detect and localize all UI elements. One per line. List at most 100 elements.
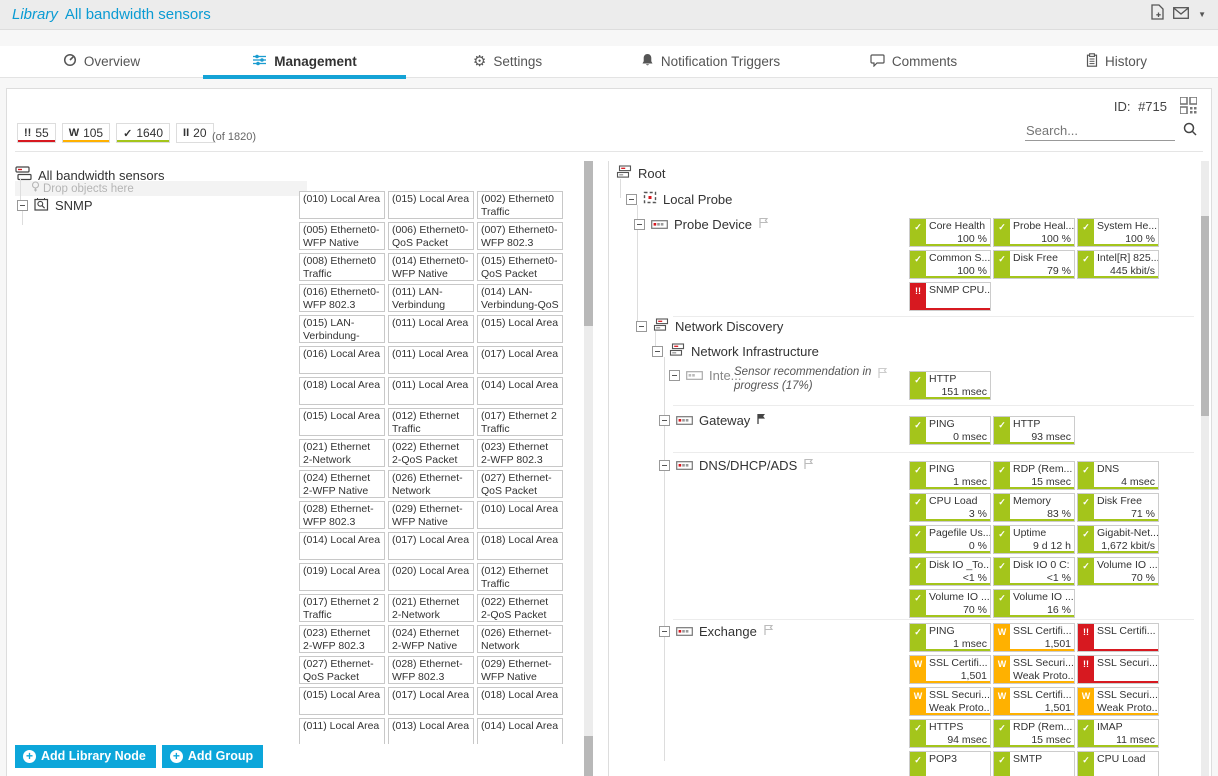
library-sensor-box[interactable]: (027) Ethernet-QoS Packet bbox=[477, 470, 563, 498]
tree-row-local-probe[interactable]: Local Probe bbox=[626, 191, 732, 207]
sensor-box[interactable]: Volume IO ...70 % bbox=[1077, 557, 1159, 586]
tree-row-gateway[interactable]: Gateway bbox=[659, 413, 768, 428]
add-group-button[interactable]: Add Group bbox=[162, 745, 263, 768]
status-badge[interactable]: !! 55 bbox=[17, 123, 56, 143]
caret-down-icon[interactable]: ▼ bbox=[1198, 10, 1206, 19]
library-sensor-box[interactable]: (016) Local Area bbox=[299, 346, 385, 374]
library-sensor-box[interactable]: (023) Ethernet 2-WFP 802.3 bbox=[477, 439, 563, 467]
sensor-box[interactable]: Disk IO 0 C:<1 % bbox=[993, 557, 1075, 586]
flag-icon[interactable] bbox=[877, 366, 889, 384]
sensor-box[interactable]: SSL Certifi...1,501 bbox=[909, 655, 991, 684]
library-sensor-box[interactable]: (028) Ethernet-WFP 802.3 bbox=[388, 656, 474, 684]
sensor-box[interactable]: Disk Free79 % bbox=[993, 250, 1075, 279]
library-sensor-box[interactable]: (017) Local Area bbox=[388, 687, 474, 715]
sensor-box[interactable]: SNMP CPU... bbox=[909, 282, 991, 311]
library-sensor-box[interactable]: (011) Local Area bbox=[388, 377, 474, 405]
status-badge[interactable]: ✓ 1640 bbox=[116, 123, 170, 143]
sensor-box[interactable]: Gigabit-Net...1,672 kbit/s bbox=[1077, 525, 1159, 554]
sensor-box[interactable]: Common S...100 % bbox=[909, 250, 991, 279]
library-sensor-box[interactable]: (014) Local Area bbox=[299, 532, 385, 560]
tab-history[interactable]: History bbox=[1015, 46, 1218, 77]
library-sensor-box[interactable]: (020) Local Area bbox=[388, 563, 474, 591]
library-sensor-box[interactable]: (017) Ethernet 2 Traffic bbox=[477, 408, 563, 436]
search-input[interactable] bbox=[1025, 121, 1175, 141]
sensor-box[interactable]: HTTPS94 msec bbox=[909, 719, 991, 748]
library-sensor-box[interactable]: (011) LAN-Verbindung bbox=[388, 284, 474, 312]
sensor-box[interactable]: PING1 msec bbox=[909, 461, 991, 490]
collapse-toggle[interactable] bbox=[634, 219, 645, 230]
library-sensor-box[interactable]: (012) Ethernet Traffic bbox=[477, 563, 563, 591]
sensor-box[interactable]: Volume IO ...70 % bbox=[909, 589, 991, 618]
sensor-box[interactable]: Probe Heal...100 % bbox=[993, 218, 1075, 247]
scrollbar-thumb[interactable] bbox=[584, 736, 593, 776]
library-sensor-box[interactable]: (015) Local Area bbox=[299, 687, 385, 715]
sensor-box[interactable]: SSL Securi...Weak Proto... bbox=[1077, 687, 1159, 716]
collapse-toggle[interactable] bbox=[636, 321, 647, 332]
flag-icon[interactable] bbox=[758, 217, 770, 232]
library-sensor-box[interactable]: (010) Local Area bbox=[299, 191, 385, 219]
sensor-box[interactable]: HTTP151 msec bbox=[909, 371, 991, 400]
library-sensor-box[interactable]: (010) Local Area bbox=[477, 501, 563, 529]
sensor-box[interactable]: Disk IO _To...<1 % bbox=[909, 557, 991, 586]
tree-row-root[interactable]: Root bbox=[616, 165, 665, 182]
library-sensor-box[interactable]: (029) Ethernet-WFP Native bbox=[477, 656, 563, 684]
library-sensor-box[interactable]: (015) Local Area bbox=[477, 315, 563, 343]
library-sensor-box[interactable]: (021) Ethernet 2-Network bbox=[299, 439, 385, 467]
library-sensor-box[interactable]: (024) Ethernet 2-WFP Native bbox=[388, 625, 474, 653]
tab-management[interactable]: Management bbox=[203, 46, 406, 77]
library-sensor-box[interactable]: (022) Ethernet 2-QoS Packet bbox=[477, 594, 563, 622]
tree-row-probe-device[interactable]: Probe Device bbox=[634, 217, 770, 232]
collapse-toggle[interactable] bbox=[659, 460, 670, 471]
sensor-box[interactable]: SSL Securi...Weak Proto... bbox=[993, 655, 1075, 684]
sensor-box[interactable]: PING1 msec bbox=[909, 623, 991, 652]
sensor-box[interactable]: POP3 bbox=[909, 751, 991, 776]
sensor-box[interactable]: SMTP bbox=[993, 751, 1075, 776]
library-sensor-box[interactable]: (015) Ethernet0-QoS Packet bbox=[477, 253, 563, 281]
library-sensor-box[interactable]: (021) Ethernet 2-Network bbox=[388, 594, 474, 622]
library-sensor-box[interactable]: (015) Local Area bbox=[299, 408, 385, 436]
tree-row-network-infrastructure[interactable]: Network Infrastructure bbox=[652, 343, 819, 360]
collapse-toggle[interactable] bbox=[669, 370, 680, 381]
sensor-box[interactable]: SSL Certifi...1,501 bbox=[993, 623, 1075, 652]
library-sensor-box[interactable]: (005) Ethernet0-WFP Native bbox=[299, 222, 385, 250]
sensor-box[interactable]: CPU Load3 % bbox=[909, 493, 991, 522]
library-sensor-box[interactable]: (014) Ethernet0-WFP Native bbox=[388, 253, 474, 281]
library-sensor-box[interactable]: (008) Ethernet0 Traffic bbox=[299, 253, 385, 281]
tree-row-dns-dhcp-ads[interactable]: DNS/DHCP/ADS bbox=[659, 458, 815, 473]
library-sensor-box[interactable]: (018) Local Area bbox=[477, 532, 563, 560]
library-sensor-box[interactable]: (011) Local Area bbox=[388, 346, 474, 374]
library-sensor-box[interactable]: (011) Local Area bbox=[388, 315, 474, 343]
tree-row-internet-device[interactable]: Inte... bbox=[669, 368, 742, 383]
scrollbar-thumb[interactable] bbox=[584, 161, 593, 326]
library-sensor-box[interactable]: (022) Ethernet 2-QoS Packet bbox=[388, 439, 474, 467]
sensor-box[interactable]: SSL Certifi...1,501 bbox=[993, 687, 1075, 716]
left-panel-scrollbar[interactable] bbox=[584, 161, 593, 776]
add-library-node-button[interactable]: Add Library Node bbox=[15, 745, 156, 768]
collapse-toggle[interactable] bbox=[652, 346, 663, 357]
sensor-box[interactable]: SSL Certifi... bbox=[1077, 623, 1159, 652]
tab-notification-triggers[interactable]: Notification Triggers bbox=[609, 46, 812, 77]
search-icon[interactable] bbox=[1183, 122, 1197, 141]
library-sensor-box[interactable]: (011) Local Area bbox=[299, 718, 385, 744]
tab-settings[interactable]: ⚙ Settings bbox=[406, 46, 609, 77]
sensor-box[interactable]: DNS4 msec bbox=[1077, 461, 1159, 490]
sensor-box[interactable]: RDP (Rem...15 msec bbox=[993, 719, 1075, 748]
library-sensor-box[interactable]: (017) Local Area bbox=[477, 346, 563, 374]
library-sensor-box[interactable]: (014) LAN-Verbindung-QoS bbox=[477, 284, 563, 312]
collapse-toggle[interactable] bbox=[626, 194, 637, 205]
library-sensor-box[interactable]: (028) Ethernet-WFP 802.3 bbox=[299, 501, 385, 529]
library-sensor-box[interactable]: (017) Ethernet 2 Traffic bbox=[299, 594, 385, 622]
sensor-box[interactable]: Volume IO ...16 % bbox=[993, 589, 1075, 618]
library-sensor-box[interactable]: (018) Local Area bbox=[477, 687, 563, 715]
library-sensor-box[interactable]: (016) Ethernet0-WFP 802.3 bbox=[299, 284, 385, 312]
sensor-box[interactable]: HTTP93 msec bbox=[993, 416, 1075, 445]
library-sensor-box[interactable]: (023) Ethernet 2-WFP 802.3 bbox=[299, 625, 385, 653]
library-sensor-box[interactable]: (002) Ethernet0 Traffic bbox=[477, 191, 563, 219]
tab-overview[interactable]: Overview bbox=[0, 46, 203, 77]
add-report-icon[interactable] bbox=[1150, 4, 1164, 25]
library-sensor-box[interactable]: (017) Local Area bbox=[388, 532, 474, 560]
library-sensor-box[interactable]: (012) Ethernet Traffic bbox=[388, 408, 474, 436]
sensor-box[interactable]: Disk Free71 % bbox=[1077, 493, 1159, 522]
library-sensor-box[interactable]: (024) Ethernet 2-WFP Native bbox=[299, 470, 385, 498]
sensor-box[interactable]: IMAP11 msec bbox=[1077, 719, 1159, 748]
